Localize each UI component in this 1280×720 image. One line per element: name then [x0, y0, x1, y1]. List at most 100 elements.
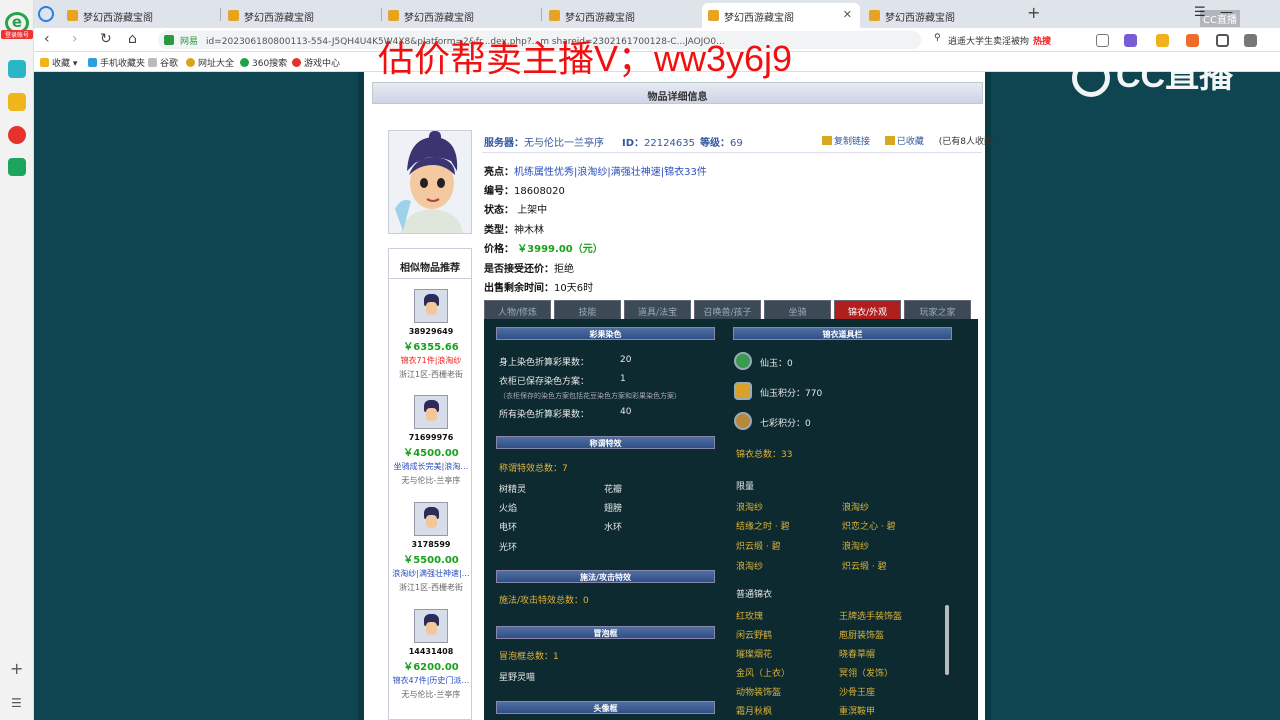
bargain-row: 是否接受还价：拒绝: [484, 264, 574, 275]
item-detail-page: 物品详细信息 服务器：无与伦比一兰亭序 ID：22124635 等级：69 复制…: [358, 72, 997, 720]
similar-item-thumbnail[interactable]: [414, 395, 448, 429]
similar-item-id: 71699976: [408, 433, 454, 442]
similar-item[interactable]: 14431408 ￥6200.00 锦衣47件|历史门派… 无与伦比-兰亭序: [389, 609, 473, 700]
browser-tab[interactable]: 梦幻西游藏宝阁: [222, 3, 380, 28]
search-box[interactable]: ⚲ 逍遥大学生卖淫被拘 热搜: [932, 31, 1092, 49]
reload-icon[interactable]: ↻: [100, 31, 112, 47]
dye-body-label: 身上染色折算彩果数：: [499, 358, 590, 368]
bookmark-item[interactable]: 游戏中心: [292, 56, 340, 69]
similar-item-tags: 浪淘纱|满强壮神速|…: [392, 569, 470, 578]
limited-outfit: 结缘之时 · 碧: [736, 522, 790, 532]
browser-tab[interactable]: 梦幻西游藏宝阁: [61, 3, 219, 28]
page-title: 物品详细信息: [372, 82, 983, 104]
type-value: 神木林: [514, 225, 544, 236]
weibo-icon[interactable]: [8, 126, 26, 144]
dye-total-value: 40: [620, 407, 632, 417]
new-tab-icon[interactable]: +: [1027, 3, 1040, 22]
level-info: 等级：69: [700, 138, 743, 149]
jade-points-value: 770: [805, 389, 823, 399]
hot-badge: 热搜: [1033, 37, 1052, 47]
bookmark-item[interactable]: 360搜索: [240, 56, 287, 69]
normal-outfit: 王牌选手装饰盔: [839, 612, 903, 622]
menu-icon[interactable]: ☰: [11, 696, 22, 710]
copy-link-button[interactable]: 复制链接: [822, 136, 876, 147]
server-info: 服务器：无与伦比一兰亭序: [484, 138, 604, 149]
tab-pets[interactable]: 召唤兽/孩子: [694, 300, 761, 319]
browser-tab[interactable]: 梦幻西游藏宝阁: [543, 3, 701, 28]
tab-character[interactable]: 人物/修炼: [484, 300, 551, 319]
title-effect-item: 花瓣: [604, 485, 623, 495]
cc-live-watermark: CC直播: [1072, 48, 1233, 98]
similar-item[interactable]: 38929649 ￥6355.66 锦衣71件|浪淘纱 浙江1区-西栅老街: [389, 289, 473, 380]
cut-icon[interactable]: [1096, 34, 1109, 47]
similar-item-thumbnail[interactable]: [414, 289, 448, 323]
tab-skills[interactable]: 技能: [554, 300, 621, 319]
bookmark-label: 手机收藏夹: [100, 59, 146, 69]
limited-label: 限量: [736, 482, 755, 492]
similar-item-price: ￥4500.00: [403, 448, 459, 459]
highlights-row: 亮点：机练属性优秀|浪淘纱|满强壮神速|锦衣33件: [484, 167, 707, 178]
normal-outfit: 闲云野鹤: [736, 631, 773, 641]
forward-icon[interactable]: ›: [72, 31, 78, 47]
price-value: ￥3999.00（元）: [517, 244, 603, 255]
tab-home[interactable]: 玩家之家: [904, 300, 971, 319]
remaining-time-row: 出售剩余时间：10天6时: [484, 283, 594, 294]
back-icon[interactable]: ‹: [44, 31, 50, 47]
bookmark-item[interactable]: 手机收藏夹: [88, 56, 145, 69]
similar-item-id: 3178599: [411, 540, 451, 549]
browser-tab[interactable]: 梦幻西游藏宝阁: [382, 3, 540, 28]
normal-outfit: 重溟鞍甲: [839, 707, 876, 717]
bookmark-label: 网址大全: [198, 59, 235, 69]
close-tab-icon[interactable]: ✕: [843, 8, 852, 21]
limited-outfit: 炽恋之心 · 碧: [842, 522, 896, 532]
status-row: 状态： 上架中: [484, 205, 548, 216]
browser-tab[interactable]: 梦幻西游藏宝阁: [863, 3, 1021, 28]
browser-tab-active[interactable]: 梦幻西游藏宝阁 ✕: [702, 3, 860, 28]
similar-item-thumbnail[interactable]: [414, 609, 448, 643]
add-icon[interactable]: +: [10, 659, 23, 678]
tab-title: 梦幻西游藏宝阁: [404, 13, 474, 24]
tab-items[interactable]: 道具/法宝: [624, 300, 691, 319]
similar-item-tags: 坐骑成长完美|浪淘…: [393, 462, 469, 471]
similar-item-tags: 锦衣71件|浪淘纱: [400, 356, 462, 365]
title-effects-count: 称谓特效总数：7: [499, 464, 568, 474]
user-icon[interactable]: [1244, 34, 1257, 47]
similar-item[interactable]: 3178599 ￥5500.00 浪淘纱|满强壮神速|… 浙江1区-西栅老街: [389, 502, 473, 593]
bookmark-label: 游戏中心: [304, 59, 341, 69]
bookmark-item[interactable]: 网址大全: [186, 56, 234, 69]
cc-live-small-watermark: CC直播: [1200, 10, 1240, 27]
tab-title: 梦幻西游藏宝阁: [565, 13, 635, 24]
limited-outfit: 炽云缎 · 碧: [736, 542, 781, 552]
title-effect-item: 火焰: [499, 504, 518, 514]
title-effects-header: 称谓特效: [496, 436, 715, 449]
similar-item-thumbnail[interactable]: [414, 502, 448, 536]
mail-icon[interactable]: [8, 158, 26, 176]
outfit-list-scrollbar[interactable]: [945, 605, 949, 675]
item-actions: 复制链接 已收藏 (已有8人收藏): [822, 134, 1003, 147]
apps-grid-icon[interactable]: [1216, 34, 1229, 47]
bookmark-item[interactable]: 收藏 ▾: [40, 56, 77, 69]
tab-outfits[interactable]: 锦衣/外观: [834, 300, 901, 319]
favorites-star-icon[interactable]: [8, 93, 26, 111]
outfit-total: 锦衣总数：33: [736, 450, 793, 460]
tab-favicon-icon: [549, 10, 560, 21]
similar-item[interactable]: 71699976 ￥4500.00 坐骑成长完美|浪淘… 无与伦比-兰亭序: [389, 395, 473, 486]
browser-sidebar: e 登录账号 + ☰: [0, 0, 34, 720]
home-icon[interactable]: ⌂: [128, 31, 137, 47]
browser-home-icon[interactable]: [38, 6, 54, 22]
highlights-value: 机练属性优秀|浪淘纱|满强壮神速|锦衣33件: [514, 167, 707, 178]
favorite-button[interactable]: 已收藏: [884, 136, 930, 147]
shield-icon[interactable]: [1156, 34, 1169, 47]
detail-tabs: 人物/修炼 技能 道具/法宝 召唤兽/孩子 坐骑 锦衣/外观 玩家之家: [484, 300, 984, 319]
game-icon[interactable]: [1186, 34, 1199, 47]
normal-outfit-label: 普通锦衣: [736, 590, 773, 600]
tab-mounts[interactable]: 坐骑: [764, 300, 831, 319]
login-label[interactable]: 登录账号: [1, 30, 33, 39]
spell-effects-count: 施法/攻击特效总数：0: [499, 596, 589, 606]
sidebar-app-icon[interactable]: [8, 60, 26, 78]
extension-icon[interactable]: [1124, 34, 1137, 47]
dye-section-header: 彩果染色: [496, 327, 715, 340]
tab-favicon-icon: [228, 10, 239, 21]
bookmark-item[interactable]: 谷歌: [148, 56, 178, 69]
favorite-count: (已有8人收藏): [938, 137, 997, 147]
